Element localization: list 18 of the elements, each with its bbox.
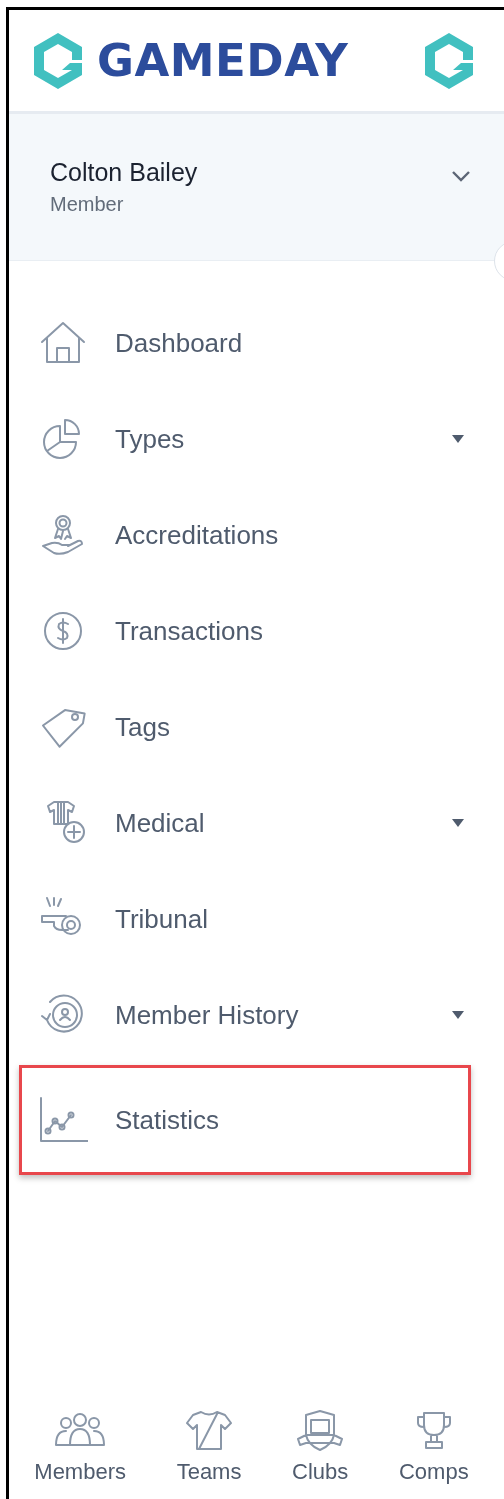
menu-item[interactable]: Tags xyxy=(19,679,471,775)
menu-item[interactable]: Member History xyxy=(19,967,471,1063)
logo-text: GAMEDAY xyxy=(97,34,349,87)
menu-item[interactable]: Tribunal xyxy=(19,871,471,967)
menu-item[interactable]: Types xyxy=(19,391,471,487)
nav-tab[interactable]: Comps xyxy=(398,1409,469,1485)
chevron-icon[interactable] xyxy=(450,169,472,183)
nav-tab[interactable]: Teams xyxy=(176,1409,242,1485)
menu-item[interactable]: Transactions xyxy=(19,583,471,679)
user-role: Member xyxy=(50,193,125,216)
line-chart-icon xyxy=(38,1095,88,1145)
nav-tab[interactable]: Clubs xyxy=(292,1409,349,1485)
menu-item[interactable]: Dashboard xyxy=(19,295,471,391)
menu-item[interactable]: Statistics xyxy=(19,1065,471,1175)
user-name: Colton Bailey xyxy=(50,158,199,187)
menu-item[interactable]: Accreditations xyxy=(19,487,471,583)
menu-item[interactable]: Medical xyxy=(19,775,471,871)
nav-tab[interactable]: Members xyxy=(34,1409,126,1485)
